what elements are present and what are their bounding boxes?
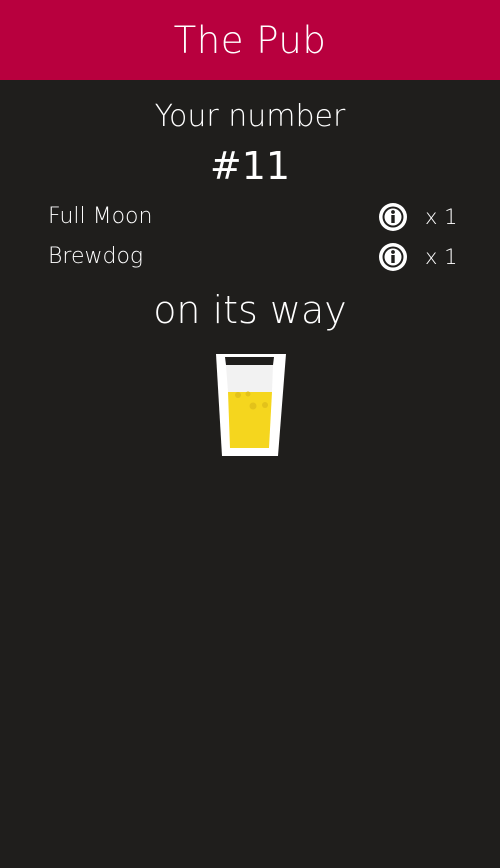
app-header: The Pub	[0, 0, 500, 80]
info-icon[interactable]	[377, 201, 409, 233]
order-list: Full Moon x 1 Brewdog x 1	[48, 197, 458, 277]
your-number-label: Your number	[154, 99, 346, 134]
order-status: on its way	[153, 288, 347, 332]
item-quantity: x 1	[425, 205, 458, 229]
info-icon[interactable]	[377, 241, 409, 273]
item-quantity: x 1	[425, 245, 458, 269]
order-item: Full Moon x 1	[48, 197, 458, 237]
order-item: Brewdog x 1	[48, 237, 458, 277]
item-name: Full Moon	[48, 204, 153, 229]
order-number: #11	[209, 144, 291, 188]
item-name: Brewdog	[48, 244, 144, 269]
app-title: The Pub	[173, 18, 327, 62]
beer-glass-icon	[216, 354, 286, 458]
